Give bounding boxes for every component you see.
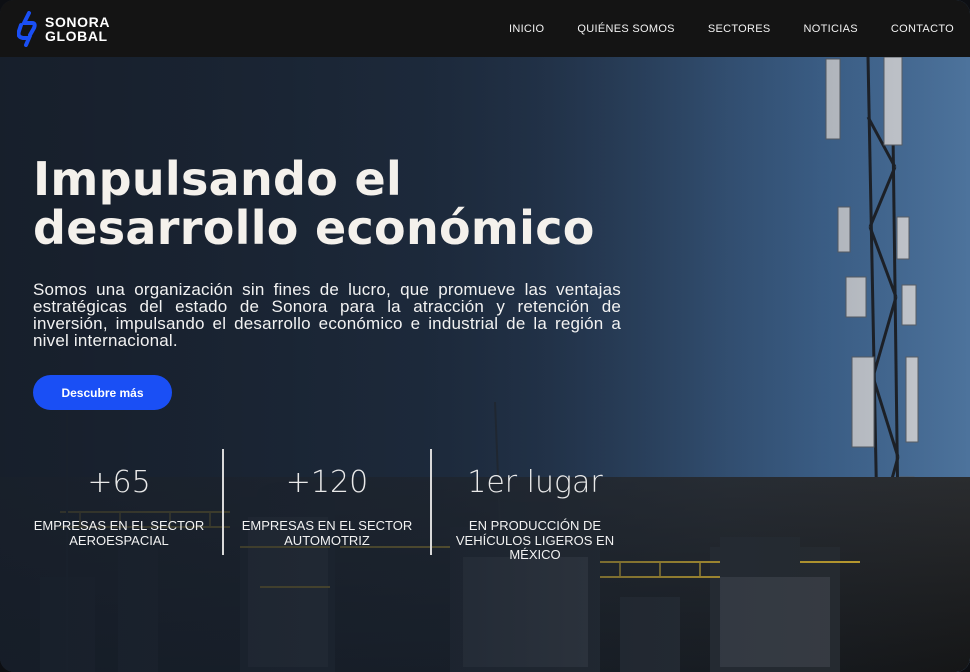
main-nav: INICIO QUIÉNES SOMOS SECTORES NOTICIAS C…	[476, 23, 954, 35]
nav-item-sectores[interactable]: SECTORES	[708, 23, 771, 35]
nav-item-inicio[interactable]: INICIO	[509, 23, 544, 35]
hero-description: Somos una organización sin fines de lucr…	[33, 280, 621, 350]
brand-name-line1: SONORA	[45, 13, 111, 30]
stat-value: 1er lugar	[467, 465, 603, 500]
top-navbar: SONORA GLOBAL INICIO QUIÉNES SOMOS SECTO…	[0, 0, 970, 57]
sonora-global-logo-icon	[17, 10, 37, 47]
stat-label: EMPRESAS EN EL SECTOR AUTOMOTRIZ	[241, 518, 413, 548]
stat-label: EN PRODUCCIÓN DE VEHÍCULOS LIGEROS EN MÉ…	[455, 518, 615, 562]
hero-title: Impulsando el desarrollo económico	[33, 152, 595, 255]
hero-content: Impulsando el desarrollo económico Somos…	[0, 0, 970, 672]
stat-label: EMPRESAS EN EL SECTOR AEROESPACIAL	[33, 518, 205, 548]
stat-automotive: +120 EMPRESAS EN EL SECTOR AUTOMOTRIZ	[241, 463, 413, 548]
nav-item-contacto[interactable]: CONTACTO	[891, 23, 954, 35]
stat-value: +120	[285, 465, 369, 500]
stat-vehicle-production: 1er lugar EN PRODUCCIÓN DE VEHÍCULOS LIG…	[449, 463, 621, 563]
page-frame: SONORA GLOBAL INICIO QUIÉNES SOMOS SECTO…	[0, 0, 970, 672]
brand-name: SONORA GLOBAL	[45, 15, 110, 43]
discover-more-button[interactable]: Descubre más	[33, 375, 172, 410]
brand-logo[interactable]: SONORA GLOBAL	[17, 10, 110, 47]
nav-item-quienes-somos[interactable]: QUIÉNES SOMOS	[577, 23, 674, 35]
brand-name-line2: GLOBAL	[45, 27, 108, 44]
stat-divider	[430, 449, 432, 555]
stat-value: +65	[87, 465, 151, 500]
stat-aerospace: +65 EMPRESAS EN EL SECTOR AEROESPACIAL	[33, 463, 205, 548]
nav-item-noticias[interactable]: NOTICIAS	[804, 23, 858, 35]
stat-divider	[222, 449, 224, 555]
